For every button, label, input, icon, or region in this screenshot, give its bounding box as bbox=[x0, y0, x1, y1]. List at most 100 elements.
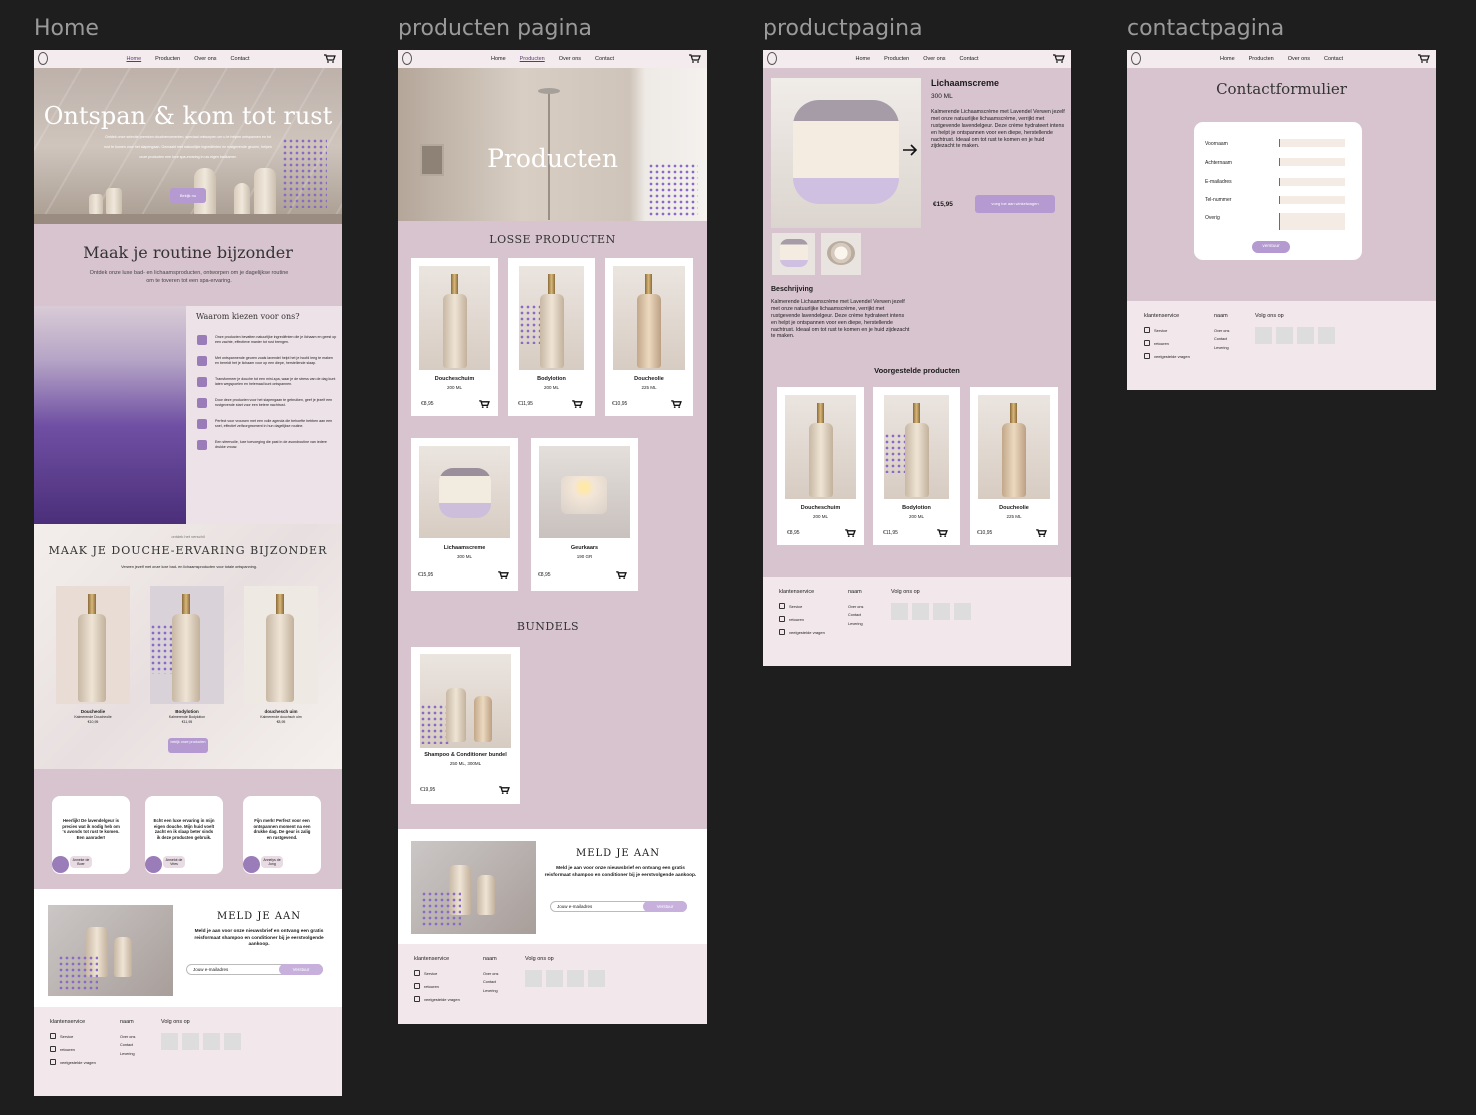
footer-link[interactable]: Over ons bbox=[848, 603, 863, 611]
footer-link[interactable]: Service bbox=[1144, 327, 1190, 333]
social-icon[interactable] bbox=[525, 970, 542, 987]
social-icon[interactable] bbox=[182, 1033, 199, 1050]
footer-link[interactable]: Over ons bbox=[483, 970, 498, 978]
footer-link[interactable]: Over ons bbox=[120, 1033, 135, 1041]
nav-contact[interactable]: Contact bbox=[595, 56, 614, 62]
showcase-product[interactable]: Doucheolie Kalmerende Doucheolie €10,95 bbox=[56, 709, 130, 725]
social-icon[interactable] bbox=[567, 970, 584, 987]
hero-button[interactable]: Bekijk nu bbox=[170, 188, 206, 203]
logo-icon[interactable] bbox=[767, 52, 777, 65]
footer-link[interactable]: Service bbox=[414, 970, 460, 976]
footer-link[interactable]: Levering bbox=[483, 987, 498, 995]
footer-link[interactable]: veelgestelde vragen bbox=[779, 629, 825, 635]
footer-link[interactable]: veelgestelde vragen bbox=[414, 996, 460, 1002]
firstname-input[interactable] bbox=[1279, 139, 1345, 147]
nav-contact[interactable]: Contact bbox=[1324, 56, 1343, 62]
lastname-input[interactable] bbox=[1279, 158, 1345, 166]
footer-link[interactable]: veelgestelde vragen bbox=[1144, 353, 1190, 359]
thumbnail[interactable] bbox=[821, 233, 861, 275]
footer-link[interactable]: Contact bbox=[1214, 335, 1229, 343]
nav-home[interactable]: Home bbox=[855, 56, 870, 62]
add-to-cart-icon[interactable] bbox=[479, 400, 490, 408]
social-icon[interactable] bbox=[1318, 327, 1335, 344]
phone-input[interactable] bbox=[1279, 196, 1345, 204]
cart-icon[interactable] bbox=[324, 54, 336, 63]
footer-link[interactable]: retouren bbox=[1144, 340, 1190, 346]
product-card[interactable]: Doucheschuim 200 ML €8,95 bbox=[411, 258, 498, 416]
submit-button[interactable]: verstuur bbox=[1252, 241, 1290, 253]
social-icon[interactable] bbox=[224, 1033, 241, 1050]
social-icon[interactable] bbox=[161, 1033, 178, 1050]
email-input[interactable]: Jouw e-mailadres bbox=[551, 904, 592, 909]
footer-link[interactable]: Over ons bbox=[1214, 327, 1229, 335]
showcase-product[interactable]: douchesch uim Kalmerende douchsch uim €8… bbox=[244, 709, 318, 725]
nav-over-ons[interactable]: Over ons bbox=[559, 56, 581, 62]
nav-contact[interactable]: Contact bbox=[231, 56, 250, 62]
footer-link[interactable]: retouren bbox=[414, 983, 460, 989]
cart-icon[interactable] bbox=[689, 54, 701, 63]
cart-icon[interactable] bbox=[1053, 54, 1065, 63]
footer-link[interactable]: Service bbox=[50, 1033, 96, 1039]
footer-link[interactable]: Contact bbox=[120, 1041, 135, 1049]
showcase-product[interactable]: Bodylotion Kalmerende Bodylotion €11,95 bbox=[150, 709, 224, 725]
add-to-cart-icon[interactable] bbox=[845, 529, 856, 537]
product-card[interactable]: Geurkaars 190 GR €8,95 bbox=[531, 438, 638, 591]
nav-over-ons[interactable]: Over ons bbox=[194, 56, 216, 62]
social-icon[interactable] bbox=[912, 603, 929, 620]
arrow-right-icon[interactable] bbox=[902, 143, 918, 157]
footer-link[interactable]: Levering bbox=[120, 1050, 135, 1058]
add-to-cart-icon[interactable] bbox=[937, 529, 948, 537]
newsletter-submit[interactable]: Verstuur bbox=[279, 964, 323, 975]
nav-contact[interactable]: Contact bbox=[960, 56, 979, 62]
nav-home[interactable]: Home bbox=[126, 56, 141, 62]
nav-home[interactable]: Home bbox=[1220, 56, 1235, 62]
showcase-button[interactable]: bekijk onze producten bbox=[168, 738, 208, 753]
social-icon[interactable] bbox=[1276, 327, 1293, 344]
product-card[interactable]: Lichaamscreme 300 ML €15,95 bbox=[411, 438, 518, 591]
footer-link[interactable]: Levering bbox=[848, 620, 863, 628]
add-to-cart-icon[interactable] bbox=[616, 571, 627, 579]
footer-link[interactable]: retouren bbox=[50, 1046, 96, 1052]
social-icon[interactable] bbox=[1297, 327, 1314, 344]
bundle-card[interactable]: Shampoo & Conditioner bundel 250 ML, 300… bbox=[411, 647, 520, 804]
thumbnail[interactable] bbox=[772, 233, 815, 275]
nav-over-ons[interactable]: Over ons bbox=[1288, 56, 1310, 62]
social-icon[interactable] bbox=[203, 1033, 220, 1050]
product-card[interactable]: Bodylotion 200 ML €11,95 bbox=[873, 387, 960, 545]
product-card[interactable]: Bodylotion 200 ML €11,95 bbox=[508, 258, 595, 416]
footer-link[interactable]: Service bbox=[779, 603, 825, 609]
nav-home[interactable]: Home bbox=[491, 56, 506, 62]
product-card[interactable]: Doucheolie 225 ML €10,95 bbox=[605, 258, 693, 416]
social-icon[interactable] bbox=[891, 603, 908, 620]
social-icon[interactable] bbox=[933, 603, 950, 620]
add-to-cart-icon[interactable] bbox=[572, 400, 583, 408]
nav-producten[interactable]: Producten bbox=[155, 56, 180, 62]
social-icon[interactable] bbox=[546, 970, 563, 987]
other-input[interactable] bbox=[1279, 213, 1345, 230]
logo-icon[interactable] bbox=[1131, 52, 1141, 65]
nav-producten[interactable]: Producten bbox=[1249, 56, 1274, 62]
footer-link[interactable]: Levering bbox=[1214, 344, 1229, 352]
cart-icon[interactable] bbox=[1418, 54, 1430, 63]
logo-icon[interactable] bbox=[402, 52, 412, 65]
product-card[interactable]: Doucheschuim 200 ML €8,95 bbox=[777, 387, 864, 545]
social-icon[interactable] bbox=[1255, 327, 1272, 344]
add-to-cart-icon[interactable] bbox=[1036, 529, 1047, 537]
product-card[interactable]: Doucheolie 225 ML €10,95 bbox=[970, 387, 1058, 545]
social-icon[interactable] bbox=[588, 970, 605, 987]
footer-link[interactable]: veelgestelde vragen bbox=[50, 1059, 96, 1065]
newsletter-submit[interactable]: Verstuur bbox=[643, 901, 687, 912]
email-input[interactable] bbox=[1279, 178, 1345, 186]
footer-link[interactable]: Contact bbox=[848, 611, 863, 619]
add-to-cart-icon[interactable] bbox=[498, 571, 509, 579]
nav-producten[interactable]: Producten bbox=[520, 56, 545, 62]
add-to-cart-icon[interactable] bbox=[499, 786, 510, 794]
social-icon[interactable] bbox=[954, 603, 971, 620]
nav-over-ons[interactable]: Over ons bbox=[923, 56, 945, 62]
add-to-cart-icon[interactable] bbox=[671, 400, 682, 408]
nav-producten[interactable]: Producten bbox=[884, 56, 909, 62]
footer-link[interactable]: Contact bbox=[483, 978, 498, 986]
logo-icon[interactable] bbox=[38, 52, 48, 65]
add-to-cart-button[interactable]: voeg toe aan winkelwagen bbox=[975, 195, 1055, 213]
email-input[interactable]: Jouw e-mailadres bbox=[187, 967, 228, 972]
